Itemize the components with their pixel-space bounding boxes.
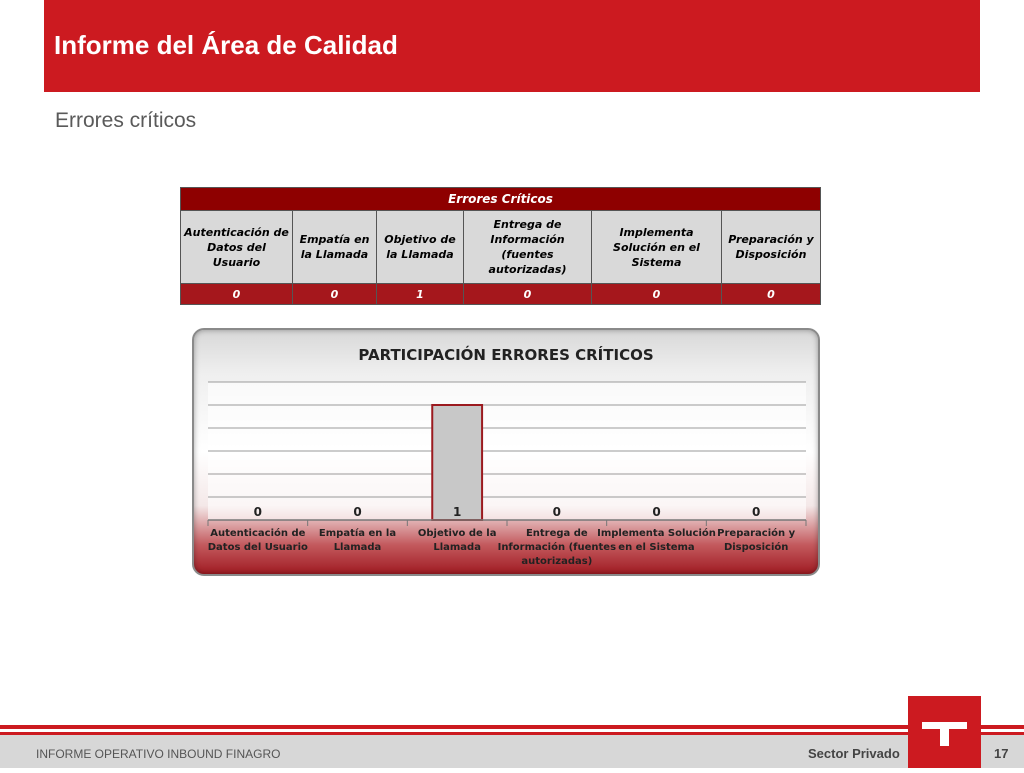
- bar: [431, 404, 484, 521]
- table-value-cell: 0: [591, 283, 722, 305]
- data-label: 0: [353, 505, 361, 519]
- section-subtitle: Errores críticos: [55, 109, 197, 132]
- footer-report-name: INFORME OPERATIVO INBOUND FINAGRO: [36, 747, 281, 761]
- table-header-cell: Objetivo de la Llamada: [376, 210, 464, 284]
- page-number: 17: [994, 746, 1009, 761]
- category-label: Autenticación de Datos del Usuario: [208, 527, 308, 553]
- table-value-cell: 0: [292, 283, 377, 305]
- data-label: 0: [553, 505, 561, 519]
- company-logo-icon: [908, 696, 981, 768]
- category-label: Objetivo de la Llamada: [418, 528, 497, 553]
- table-header-cell: Implementa Solución en el Sistema: [591, 210, 722, 284]
- logo-t-icon: [922, 722, 967, 746]
- page-title: Informe del Área de Calidad: [54, 30, 398, 60]
- data-label: 0: [254, 505, 262, 519]
- header-bar: Informe del Área de Calidad: [44, 0, 980, 92]
- table-value-cell: 1: [376, 283, 464, 305]
- bar-chart: 0 0 1 0 0 0 Autenticación de Datos del Usuario E…: [207, 381, 807, 567]
- table-value-cell: 0: [721, 283, 821, 305]
- table-header-cell: Empatía en la Llamada: [292, 210, 377, 284]
- chart-frame: PARTICIPACIÓN ERRORES CRÍTICOS 0 0 1 0 0 0 Aut…: [192, 328, 820, 576]
- table-header-cell: Preparación y Disposición: [721, 210, 821, 284]
- table-header-cell: Autenticación de Datos del Usuario: [180, 210, 293, 284]
- footer-divider: [0, 725, 1024, 729]
- category-label: Preparación y Disposición: [717, 527, 795, 553]
- footer-sector: Sector Privado: [808, 746, 900, 761]
- data-label: 1: [453, 505, 461, 519]
- table-value-cell: 0: [463, 283, 592, 305]
- table-header-cell: Entrega de Información (fuentes autoriza…: [463, 210, 592, 284]
- table-title: Errores Críticos: [180, 187, 821, 211]
- table-value-cell: 0: [180, 283, 293, 305]
- category-label: Empatía en la Llamada: [319, 527, 396, 553]
- data-label: 0: [752, 505, 760, 519]
- errors-table: Errores Críticos Autenticación de Datos …: [180, 187, 821, 305]
- data-label: 0: [652, 505, 660, 519]
